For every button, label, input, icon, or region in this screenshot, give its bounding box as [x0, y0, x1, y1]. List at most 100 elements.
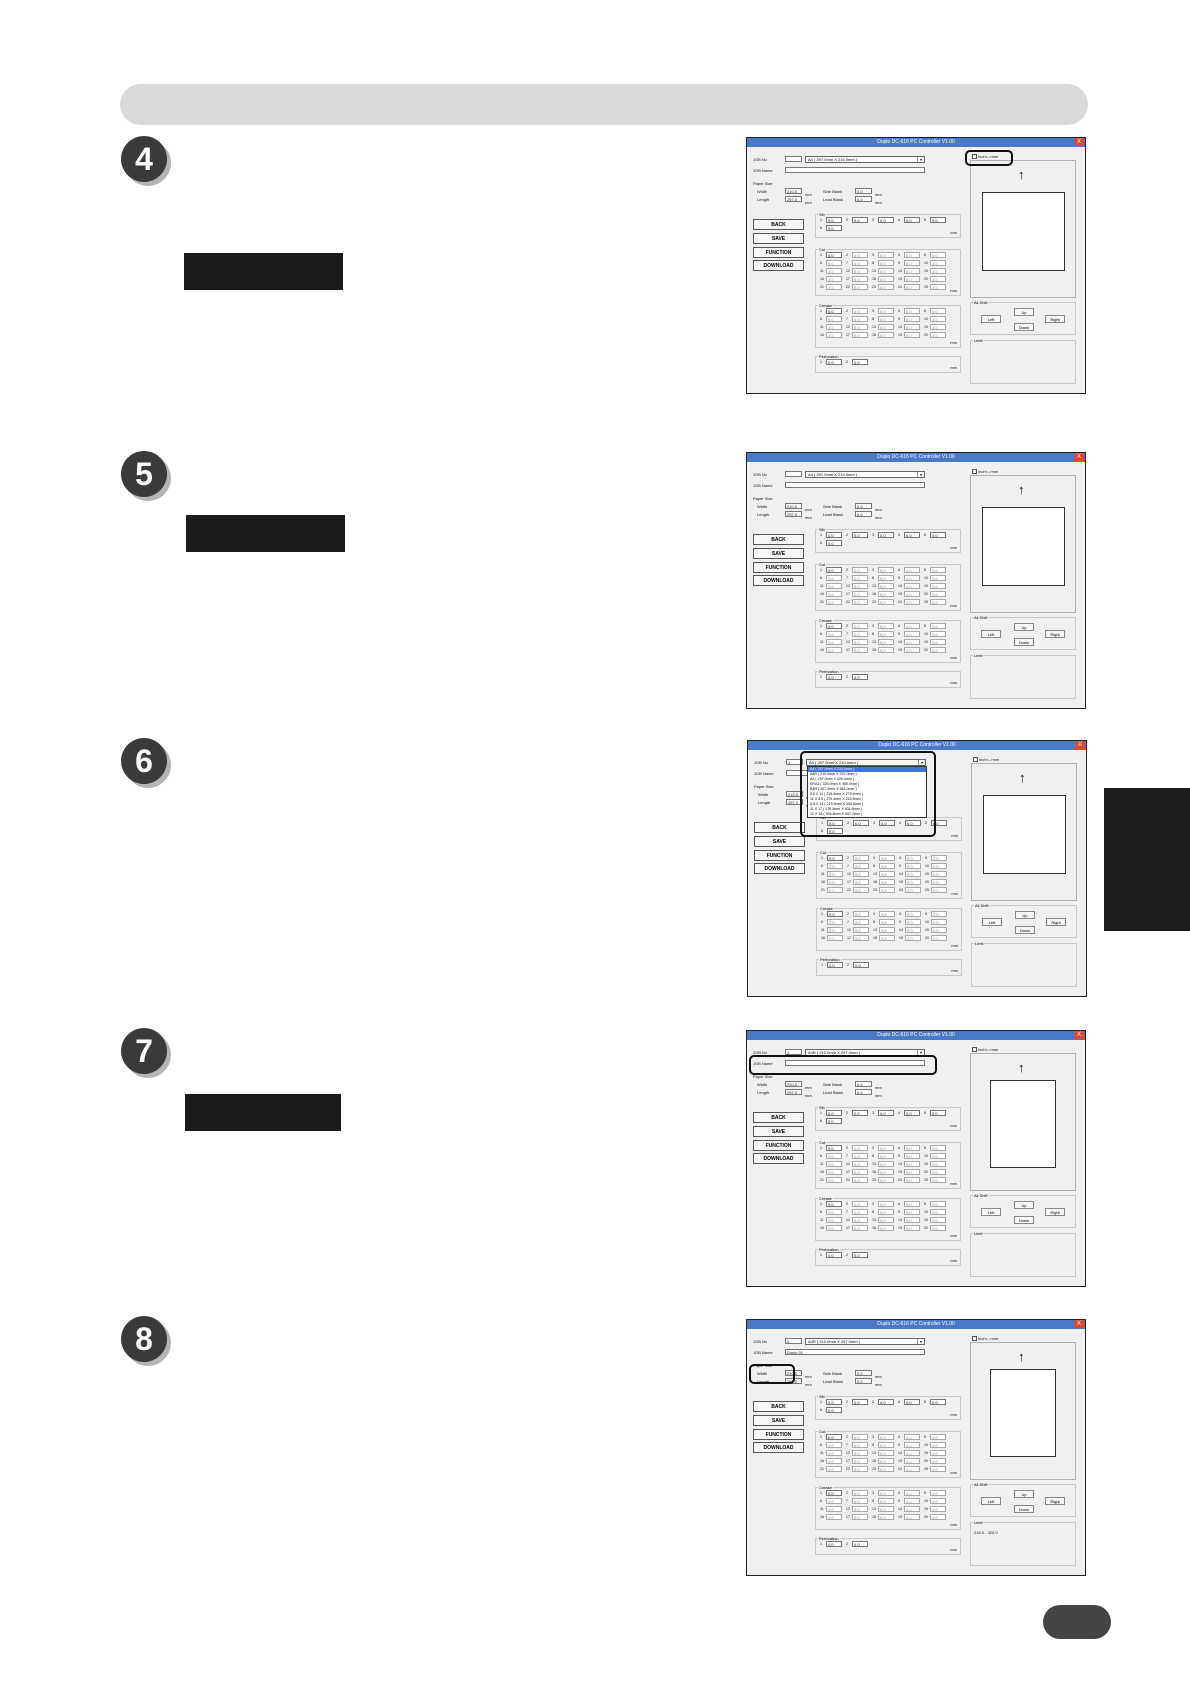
function-button[interactable]: FUNCTION: [753, 247, 804, 258]
value-field[interactable]: 0.0: [930, 276, 946, 282]
dropdown-option[interactable]: 12 X 18 ( 304.8mm X 457.2mm ): [808, 812, 926, 817]
value-field[interactable]: 0.0: [904, 567, 920, 573]
value-field[interactable]: 0.0: [930, 260, 946, 266]
job-no-field[interactable]: [785, 471, 802, 477]
job-name-field[interactable]: [785, 482, 925, 488]
value-field[interactable]: 0.0: [852, 631, 868, 637]
value-field[interactable]: 0.0: [852, 567, 868, 573]
value-field[interactable]: 0.0: [852, 284, 868, 290]
side-blank-field[interactable]: 0.0: [855, 1370, 872, 1376]
value-field[interactable]: 0.0: [826, 1450, 842, 1456]
value-field[interactable]: 0.0: [878, 1514, 894, 1520]
value-field[interactable]: 0.0: [826, 284, 842, 290]
value-field[interactable]: 0.0: [930, 1201, 946, 1207]
value-field[interactable]: 0.0: [930, 1434, 946, 1440]
paper-size-select[interactable]: A4 ( 297.0mm X 210.0mm ) ▾: [805, 471, 925, 478]
value-field[interactable]: 0.0: [930, 308, 946, 314]
close-button[interactable]: X: [1074, 1320, 1084, 1328]
length-field[interactable]: 297.0: [785, 196, 802, 202]
value-field[interactable]: 0.0: [905, 855, 921, 861]
value-field[interactable]: 0.0: [826, 540, 842, 546]
value-field[interactable]: 0.0: [878, 268, 894, 274]
value-field[interactable]: 0.0: [826, 583, 842, 589]
value-field[interactable]: 0.0: [852, 1506, 868, 1512]
value-field[interactable]: 0.0: [826, 1490, 842, 1496]
value-field[interactable]: 0.0: [904, 1498, 920, 1504]
job-name-field[interactable]: Duplo 01: [785, 1349, 925, 1355]
shift-up-button[interactable]: Up: [1014, 1490, 1034, 1498]
value-field[interactable]: 0.0: [904, 631, 920, 637]
value-field[interactable]: 0.0: [827, 871, 843, 877]
value-field[interactable]: 0.0: [930, 252, 946, 258]
value-field[interactable]: 0.0: [904, 1145, 920, 1151]
value-field[interactable]: 0.0: [905, 927, 921, 933]
value-field[interactable]: 0.0: [930, 647, 946, 653]
inch-mm-toggle[interactable]: Inch<->mm: [973, 757, 999, 763]
value-field[interactable]: 0.0: [852, 324, 868, 330]
value-field[interactable]: 0.0: [826, 359, 842, 365]
value-field[interactable]: 0.0: [878, 575, 894, 581]
value-field[interactable]: 0.0: [852, 1490, 868, 1496]
value-field[interactable]: 0.0: [904, 1153, 920, 1159]
value-field[interactable]: 0.0: [904, 260, 920, 266]
value-field[interactable]: 0.0: [931, 887, 947, 893]
value-field[interactable]: 0.0: [904, 276, 920, 282]
value-field[interactable]: 0.0: [878, 1466, 894, 1472]
value-field[interactable]: 0.0: [878, 647, 894, 653]
value-field[interactable]: 0.0: [826, 1498, 842, 1504]
value-field[interactable]: 0.0: [853, 911, 869, 917]
lead-blank-field[interactable]: 0.0: [855, 1089, 872, 1095]
value-field[interactable]: 0.0: [853, 887, 869, 893]
value-field[interactable]: 0.0: [826, 252, 842, 258]
checkbox-icon[interactable]: [972, 1047, 977, 1053]
value-field[interactable]: 0.0: [826, 225, 842, 231]
value-field[interactable]: 0.0: [878, 599, 894, 605]
width-field[interactable]: 210.0: [785, 188, 802, 194]
value-field[interactable]: 0.0: [826, 1169, 842, 1175]
value-field[interactable]: 0.0: [852, 1209, 868, 1215]
download-button[interactable]: DOWNLOAD: [753, 260, 804, 271]
value-field[interactable]: 0.0: [852, 217, 868, 223]
value-field[interactable]: 0.0: [904, 1434, 920, 1440]
value-field[interactable]: 0.0: [826, 532, 842, 538]
back-button[interactable]: BACK: [753, 1401, 804, 1412]
value-field[interactable]: 0.0: [930, 1153, 946, 1159]
value-field[interactable]: 0.0: [826, 268, 842, 274]
value-field[interactable]: 0.0: [827, 919, 843, 925]
value-field[interactable]: 0.0: [905, 887, 921, 893]
value-field[interactable]: 0.0: [826, 260, 842, 266]
value-field[interactable]: 0.0: [826, 1118, 842, 1124]
shift-down-button[interactable]: Down: [1015, 926, 1035, 934]
value-field[interactable]: 0.0: [852, 308, 868, 314]
value-field[interactable]: 0.0: [904, 1450, 920, 1456]
shift-left-button[interactable]: Left: [981, 315, 1001, 323]
value-field[interactable]: 0.0: [879, 871, 895, 877]
value-field[interactable]: 0.0: [826, 1209, 842, 1215]
shift-right-button[interactable]: Right: [1046, 918, 1066, 926]
value-field[interactable]: 0.0: [878, 532, 894, 538]
value-field[interactable]: 0.0: [904, 1466, 920, 1472]
width-field[interactable]: 210.0: [785, 1081, 802, 1087]
value-field[interactable]: 0.0: [930, 1458, 946, 1464]
value-field[interactable]: 0.0: [904, 1225, 920, 1231]
value-field[interactable]: 0.0: [930, 1161, 946, 1167]
value-field[interactable]: 0.0: [930, 284, 946, 290]
value-field[interactable]: 0.0: [904, 332, 920, 338]
value-field[interactable]: 0.0: [852, 1217, 868, 1223]
value-field[interactable]: 0.0: [904, 591, 920, 597]
value-field[interactable]: 0.0: [904, 1201, 920, 1207]
value-field[interactable]: 0.0: [852, 1110, 868, 1116]
value-field[interactable]: 0.0: [879, 855, 895, 861]
value-field[interactable]: 0.0: [826, 1161, 842, 1167]
value-field[interactable]: 0.0: [827, 863, 843, 869]
value-field[interactable]: 0.0: [878, 623, 894, 629]
close-button[interactable]: X: [1074, 453, 1084, 461]
value-field[interactable]: 0.0: [826, 276, 842, 282]
chevron-down-icon[interactable]: ▾: [917, 1339, 924, 1344]
value-field[interactable]: 0.0: [879, 911, 895, 917]
shift-up-button[interactable]: Up: [1014, 308, 1034, 316]
value-field[interactable]: 0.0: [904, 268, 920, 274]
value-field[interactable]: 0.0: [930, 1177, 946, 1183]
value-field[interactable]: 0.0: [930, 1490, 946, 1496]
value-field[interactable]: 0.0: [852, 599, 868, 605]
